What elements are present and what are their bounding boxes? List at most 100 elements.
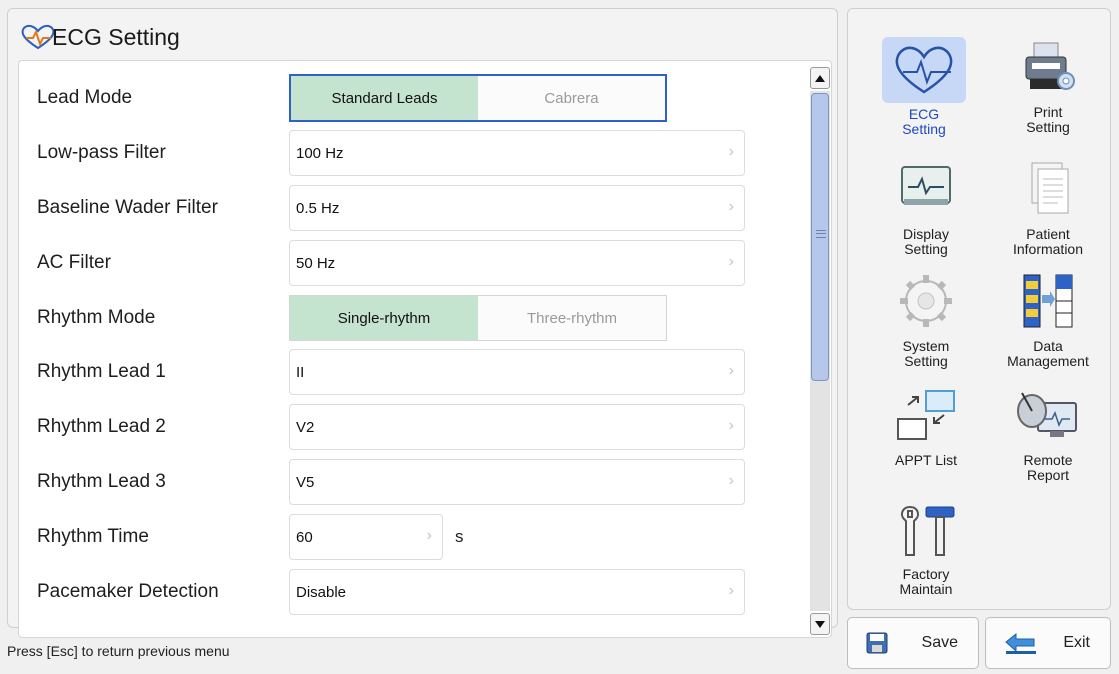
floppy-disk-icon [866, 632, 888, 654]
menu-remote-line2: Report [1026, 467, 1070, 483]
menu-print-line2: Setting [1026, 119, 1070, 135]
baseline-filter-select[interactable]: 0.5 Hz › [289, 185, 745, 231]
monitor-waveform-icon [901, 166, 951, 205]
panel-header: ECG Setting [18, 19, 180, 55]
menu-factory-maintain[interactable]: Factory Maintain [876, 499, 976, 597]
scroll-up-button[interactable] [810, 67, 830, 89]
save-button[interactable]: Save [847, 617, 979, 669]
menu-ecg-setting[interactable]: ECG Setting [874, 37, 974, 137]
rhythm-mode-label: Rhythm Mode [37, 307, 156, 328]
menu-appt-line1: APPT List [895, 452, 957, 468]
rhythm-time-label: Rhythm Time [37, 526, 149, 547]
scroll-down-button[interactable] [810, 613, 830, 635]
menu-icon-highlight [882, 37, 966, 103]
menu-display-line2: Setting [904, 241, 948, 257]
menu-print-line1: Print [1033, 104, 1063, 120]
row-rhythm-lead-3: Rhythm Lead 3 V5 › [19, 455, 809, 509]
rhythm-time-input[interactable]: 60 › [289, 514, 443, 560]
function-menu: ECG Setting Print Setting Display Settin… [847, 8, 1111, 610]
menu-display-setting[interactable]: Display Setting [876, 159, 976, 257]
chevron-right-icon: › [728, 253, 734, 270]
row-pacemaker-detection: Pacemaker Detection Disable › [19, 565, 809, 619]
rhythm-lead-3-select[interactable]: V5 › [289, 459, 745, 505]
chevron-right-icon: › [426, 527, 432, 544]
status-hint: Press [Esc] to return previous menu [7, 643, 230, 659]
scroll-thumb[interactable] [811, 93, 829, 381]
menu-print-setting[interactable]: Print Setting [998, 37, 1098, 135]
lead-mode-toggle: Standard Leads Cabrera [289, 74, 667, 122]
pacemaker-detection-select[interactable]: Disable › [289, 569, 745, 615]
ac-filter-label: AC Filter [37, 252, 111, 273]
baseline-filter-value: 0.5 Hz [296, 199, 340, 217]
chevron-right-icon: › [728, 143, 734, 160]
row-baseline-filter: Baseline Wader Filter 0.5 Hz › [19, 181, 809, 235]
row-ac-filter: AC Filter 50 Hz › [19, 236, 809, 290]
row-rhythm-lead-1: Rhythm Lead 1 II › [19, 345, 809, 399]
ac-filter-select[interactable]: 50 Hz › [289, 240, 745, 286]
tools-icon [901, 505, 955, 556]
rhythm-lead-3-label: Rhythm Lead 3 [37, 471, 166, 492]
chevron-right-icon: › [728, 472, 734, 489]
gear-icon [900, 275, 952, 327]
menu-ecg-line2: Setting [902, 121, 946, 137]
row-rhythm-mode: Rhythm Mode Single-rhythm Three-rhythm [19, 291, 809, 345]
menu-appt-list[interactable]: APPT List [876, 385, 976, 468]
rhythm-mode-option-single[interactable]: Single-rhythm [290, 296, 478, 340]
low-pass-filter-value: 100 Hz [296, 144, 344, 162]
rhythm-lead-1-label: Rhythm Lead 1 [37, 361, 166, 382]
lead-mode-option-cabrera[interactable]: Cabrera [478, 76, 665, 120]
rhythm-lead-1-value: II [296, 363, 305, 381]
satellite-monitor-icon [1017, 392, 1077, 437]
rhythm-lead-2-label: Rhythm Lead 2 [37, 416, 166, 437]
heart-ecg-icon [895, 46, 953, 94]
triangle-up-icon [815, 74, 825, 82]
baseline-filter-label: Baseline Wader Filter [37, 197, 218, 218]
chevron-right-icon: › [728, 198, 734, 215]
triangle-down-icon [815, 620, 825, 628]
row-lead-mode: Lead Mode Standard Leads Cabrera [19, 71, 809, 125]
rhythm-time-value: 60 [296, 528, 313, 546]
rhythm-lead-3-value: V5 [296, 473, 315, 491]
save-button-label: Save [921, 634, 958, 651]
ac-filter-value: 50 Hz [296, 254, 336, 272]
low-pass-filter-label: Low-pass Filter [37, 142, 166, 163]
documents-icon [1031, 162, 1069, 214]
menu-factory-line1: Factory [902, 566, 950, 582]
chevron-right-icon: › [728, 362, 734, 379]
appointment-list-icon [897, 390, 955, 440]
menu-system-line1: System [902, 338, 950, 354]
row-low-pass-filter: Low-pass Filter 100 Hz › [19, 126, 809, 180]
row-rhythm-time: Rhythm Time 60 › s [19, 510, 809, 564]
chevron-right-icon: › [728, 417, 734, 434]
menu-patient-line1: Patient [1026, 226, 1070, 242]
menu-data-line1: Data [1033, 338, 1063, 354]
return-arrow-icon [1005, 632, 1036, 654]
rhythm-lead-1-select[interactable]: II › [289, 349, 745, 395]
chevron-right-icon: › [728, 582, 734, 599]
pacemaker-detection-value: Disable [296, 583, 347, 601]
menu-patient-information[interactable]: Patient Information [998, 159, 1098, 257]
grip-icon [816, 230, 826, 238]
low-pass-filter-select[interactable]: 100 Hz › [289, 130, 745, 176]
rhythm-mode-option-three[interactable]: Three-rhythm [478, 296, 666, 340]
settings-panel: ECG Setting Lead Mode Standard Leads Cab… [7, 8, 838, 638]
pacemaker-detection-label: Pacemaker Detection [37, 581, 219, 602]
menu-system-line2: Setting [904, 353, 948, 369]
exit-button-label: Exit [1063, 634, 1090, 651]
rhythm-time-unit: s [455, 527, 464, 546]
vertical-scrollbar[interactable] [810, 67, 830, 635]
menu-remote-report[interactable]: Remote Report [998, 385, 1098, 483]
rhythm-mode-toggle: Single-rhythm Three-rhythm [289, 295, 667, 341]
lead-mode-option-standard[interactable]: Standard Leads [291, 76, 478, 120]
menu-data-management[interactable]: Data Management [998, 271, 1098, 369]
menu-remote-line1: Remote [1023, 452, 1073, 468]
scroll-track[interactable] [810, 91, 830, 611]
settings-list: Lead Mode Standard Leads Cabrera Low-pas… [18, 60, 832, 638]
exit-button[interactable]: Exit [985, 617, 1111, 669]
menu-system-setting[interactable]: System Setting [876, 271, 976, 369]
menu-ecg-line1: ECG [908, 106, 940, 122]
row-rhythm-lead-2: Rhythm Lead 2 V2 › [19, 400, 809, 454]
printer-gear-icon [1025, 42, 1075, 90]
rhythm-lead-2-select[interactable]: V2 › [289, 404, 745, 450]
menu-display-line1: Display [903, 226, 949, 242]
